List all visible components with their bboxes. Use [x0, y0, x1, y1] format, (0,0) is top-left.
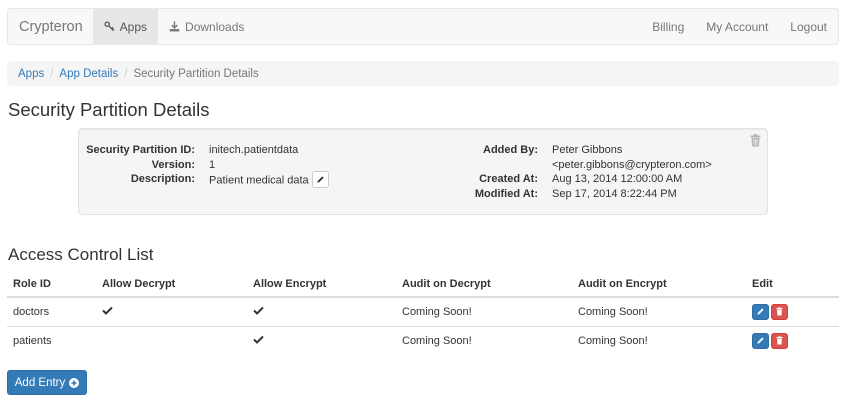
breadcrumb-separator: / [124, 67, 128, 80]
col-header-audit-decrypt: Audit on Decrypt [396, 272, 572, 298]
edit-entry-button[interactable] [752, 332, 769, 349]
detail-row-added-by: Added By: Peter Gibbons [409, 143, 712, 158]
allow-encrypt-cell [247, 325, 396, 355]
edit-entry-button[interactable] [752, 303, 769, 320]
detail-label: Modified At: [474, 187, 538, 200]
nav-downloads[interactable]: Downloads [158, 9, 255, 44]
nav-downloads-label: Downloads [185, 19, 245, 34]
audit-encrypt-cell: Coming Soon! [572, 296, 746, 326]
role-id-cell: patients [7, 325, 96, 355]
added-by-email: <peter.gibbons@crypteron.com> [552, 158, 712, 171]
description-cell: Patient medical data [209, 171, 329, 188]
description-value: Patient medical data [209, 174, 309, 187]
edit-description-button[interactable] [311, 171, 329, 188]
version-value: 1 [209, 158, 216, 171]
breadcrumb: Apps / App Details / Security Partition … [7, 61, 839, 86]
trash-icon [776, 307, 783, 316]
acl-row: doctors Coming Soon! Coming Soon! [7, 296, 839, 326]
details-left: Security Partition ID: initech.patientda… [79, 143, 329, 188]
add-entry-label: Add Entry [14, 376, 66, 389]
add-entry-button[interactable]: Add Entry [7, 370, 87, 395]
check-icon [253, 306, 264, 315]
navbar: Crypteron Apps Downloads Billing My Acco… [7, 8, 839, 45]
delete-entry-button[interactable] [771, 332, 788, 349]
trash-icon [776, 336, 783, 345]
allow-decrypt-cell [96, 325, 247, 355]
col-header-role-id: Role ID [7, 272, 96, 298]
detail-label: Security Partition ID: [86, 144, 195, 156]
details-right: Added By: Peter Gibbons <peter.gibbons@c… [409, 143, 712, 201]
detail-label: Added By: [483, 144, 538, 156]
detail-row-partition-id: Security Partition ID: initech.patientda… [79, 143, 329, 158]
detail-row-modified-at: Modified At: Sep 17, 2014 8:22:44 PM [409, 187, 712, 202]
brand-link[interactable]: Crypteron [8, 9, 93, 44]
breadcrumb-app-details[interactable]: App Details [59, 68, 118, 80]
nav-right: Billing My Account Logout [641, 9, 838, 44]
detail-row-created-at: Created At: Aug 13, 2014 12:00:00 AM [409, 172, 712, 187]
nav-my-account[interactable]: My Account [695, 9, 779, 44]
key-icon [104, 21, 115, 32]
partition-id-value: initech.patientdata [209, 144, 299, 156]
acl-title: Access Control List [8, 245, 154, 264]
edit-cell [746, 325, 839, 355]
allow-encrypt-cell [247, 296, 396, 326]
audit-encrypt-cell: Coming Soon! [572, 325, 746, 355]
audit-decrypt-cell: Coming Soon! [396, 296, 572, 326]
created-at-value: Aug 13, 2014 12:00:00 AM [552, 173, 683, 185]
col-header-allow-encrypt: Allow Encrypt [247, 272, 396, 298]
modified-at-value: Sep 17, 2014 8:22:44 PM [552, 187, 677, 200]
detail-row-version: Version: 1 [79, 158, 329, 173]
nav-billing[interactable]: Billing [641, 9, 695, 44]
added-by-value: Peter Gibbons [552, 144, 623, 156]
pencil-icon [757, 337, 764, 344]
download-icon [169, 21, 180, 32]
partition-details-panel: Security Partition ID: initech.patientda… [78, 128, 768, 215]
detail-row-description: Description: Patient medical data [79, 171, 329, 188]
col-header-allow-decrypt: Allow Decrypt [96, 272, 247, 298]
allow-decrypt-cell [96, 296, 247, 326]
breadcrumb-current: Security Partition Details [133, 67, 259, 80]
col-header-edit: Edit [746, 272, 839, 298]
acl-header-row: Role ID Allow Decrypt Allow Encrypt Audi… [7, 272, 839, 298]
breadcrumb-apps[interactable]: Apps [18, 68, 44, 80]
check-icon [102, 306, 113, 315]
nav-apps-label: Apps [119, 19, 148, 34]
audit-decrypt-cell: Coming Soon! [396, 325, 572, 355]
delete-partition-trash-icon[interactable] [750, 134, 761, 147]
acl-table: Role ID Allow Decrypt Allow Encrypt Audi… [7, 272, 839, 355]
acl-row: patients Coming Soon! Coming Soon! [7, 325, 839, 355]
detail-label [409, 158, 552, 173]
page-title: Security Partition Details [8, 99, 210, 120]
nav-logout[interactable]: Logout [779, 9, 838, 44]
edit-cell [746, 296, 839, 326]
nav-apps[interactable]: Apps [92, 9, 159, 44]
pencil-icon [317, 176, 324, 183]
detail-label: Created At: [479, 173, 538, 185]
pencil-icon [757, 308, 764, 315]
detail-label: Description: [130, 173, 195, 185]
col-header-audit-encrypt: Audit on Encrypt [572, 272, 746, 298]
role-id-cell: doctors [7, 296, 96, 326]
breadcrumb-separator: / [50, 67, 54, 80]
plus-circle-icon [69, 377, 80, 388]
delete-entry-button[interactable] [771, 303, 788, 320]
detail-row-email: <peter.gibbons@crypteron.com> [409, 158, 712, 173]
detail-label: Version: [151, 158, 195, 171]
check-icon [253, 335, 264, 344]
